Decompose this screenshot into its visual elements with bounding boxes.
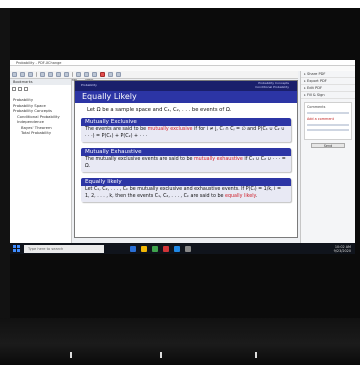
system-clock[interactable]: 10:02 AM 9/23/2020 [334, 245, 351, 253]
taskbar-app-icon[interactable] [185, 245, 191, 252]
comment-line [307, 112, 349, 114]
options-icon[interactable] [24, 87, 28, 91]
comments-panel: Comments Add a comment [304, 102, 352, 140]
bookmarks-tools [12, 87, 28, 91]
desk-area [0, 318, 360, 365]
highlighted-term: mutually exclusive [147, 127, 193, 132]
block-title: Equally likely [81, 178, 291, 186]
slide-body: Let Ω be a sample space and C₁, C₂, . . … [75, 103, 297, 202]
taskbar-apps [130, 245, 191, 252]
select-tool-icon[interactable] [48, 72, 53, 77]
slide-intro: Let Ω be a sample space and C₁, C₂, . . … [87, 107, 232, 113]
block-text: Let C₁, C₂, . . . , Cₖ be mutually exclu… [81, 186, 291, 202]
desk-mark [160, 352, 162, 358]
previous-page-icon[interactable] [76, 72, 81, 77]
tool-edit-pdf[interactable]: Edit PDF [301, 85, 355, 92]
slide-header-right: Probability Concepts Conditional Probabi… [255, 81, 289, 89]
definition-block: Mutually Exhaustive The mutually exclusiv… [81, 148, 291, 172]
bookmarks-pane: Bookmarks Probability Probability Space Pr… [10, 79, 72, 243]
clock-time: 10:02 AM [334, 244, 351, 249]
fit-page-icon[interactable] [92, 72, 97, 77]
taskbar-app-icon[interactable] [152, 245, 158, 252]
slide-title: Equally Likely [75, 91, 297, 103]
tool-fill-sign[interactable]: Fill & Sign [301, 92, 355, 99]
highlighted-term: equally likely [225, 193, 256, 199]
zoom-out-icon[interactable] [64, 72, 69, 77]
comment-tool-icon[interactable] [108, 72, 113, 77]
taskbar-search-input[interactable]: Type here to search [24, 244, 104, 253]
toolbar [10, 71, 298, 79]
comments-heading: Comments [307, 105, 326, 109]
pdf-page-slide: Probability Probability Concepts Conditi… [74, 80, 298, 238]
next-page-icon[interactable] [84, 72, 89, 77]
block-title: Mutually Exhaustive [81, 148, 291, 156]
bookmarks-header: Bookmarks [10, 79, 71, 85]
desk-mark [70, 352, 72, 358]
windows-start-icon[interactable] [13, 245, 20, 252]
clock-date: 9/23/2020 [333, 248, 351, 253]
definition-block: Equally likely Let C₁, C₂, . . . , Cₖ be … [81, 178, 291, 202]
block-title: Mutually Exclusive [81, 118, 291, 126]
toolbar-separator [72, 72, 73, 77]
top-strip [0, 0, 360, 8]
windows-taskbar: Type here to search 10:02 AM 9/23/2020 [10, 243, 355, 254]
toolbar-separator [36, 72, 37, 77]
taskbar-app-icon[interactable] [130, 245, 136, 252]
bookmark-list: Probability Probability Space Probability … [13, 97, 69, 136]
save-icon[interactable] [20, 72, 25, 77]
comment-line [307, 124, 349, 126]
slide-header-right-2: Conditional Probability [255, 84, 289, 89]
tools-pane: Share PDF Export PDF Edit PDF Fill & Sig… [300, 71, 355, 243]
stamp-tool-icon[interactable] [116, 72, 121, 77]
block-text: The mutually exclusive events are said t… [81, 156, 291, 172]
zoom-in-icon[interactable] [56, 72, 61, 77]
desk-mark [255, 352, 257, 358]
block-text-part: . [255, 193, 258, 199]
comment-line [307, 129, 349, 131]
slide-header-left: Probability [81, 83, 97, 87]
expand-icon[interactable] [12, 87, 16, 91]
tool-share-pdf[interactable]: Share PDF [301, 71, 355, 78]
highlight-tool-icon[interactable] [100, 72, 105, 77]
monitor-bezel-left [0, 8, 10, 365]
hand-tool-icon[interactable] [40, 72, 45, 77]
taskbar-app-icon[interactable] [141, 245, 147, 252]
definition-blocks: Mutually Exclusive The events are said to… [81, 118, 291, 202]
comment-note[interactable]: Add a comment [307, 117, 349, 121]
monitor-screen: Probability - PDF-XChange File Edit View… [10, 60, 355, 254]
send-button[interactable]: Send [311, 143, 345, 148]
open-icon[interactable] [12, 72, 17, 77]
taskbar-app-icon[interactable] [163, 245, 169, 252]
bookmark-item[interactable]: Total Probability [13, 130, 69, 136]
block-text-part: The events are said to be [85, 127, 148, 132]
highlighted-term: mutually exhaustive [194, 157, 243, 162]
definition-block: Mutually Exclusive The events are said to… [81, 118, 291, 142]
block-text-part: The mutually exclusive events are said t… [85, 157, 194, 162]
taskbar-app-icon[interactable] [174, 245, 180, 252]
collapse-icon[interactable] [18, 87, 22, 91]
block-text: The events are said to be mutually exclu… [81, 126, 291, 142]
slide-header-bar: Probability Probability Concepts Conditi… [75, 81, 297, 91]
print-icon[interactable] [28, 72, 33, 77]
tool-export-pdf[interactable]: Export PDF [301, 78, 355, 85]
